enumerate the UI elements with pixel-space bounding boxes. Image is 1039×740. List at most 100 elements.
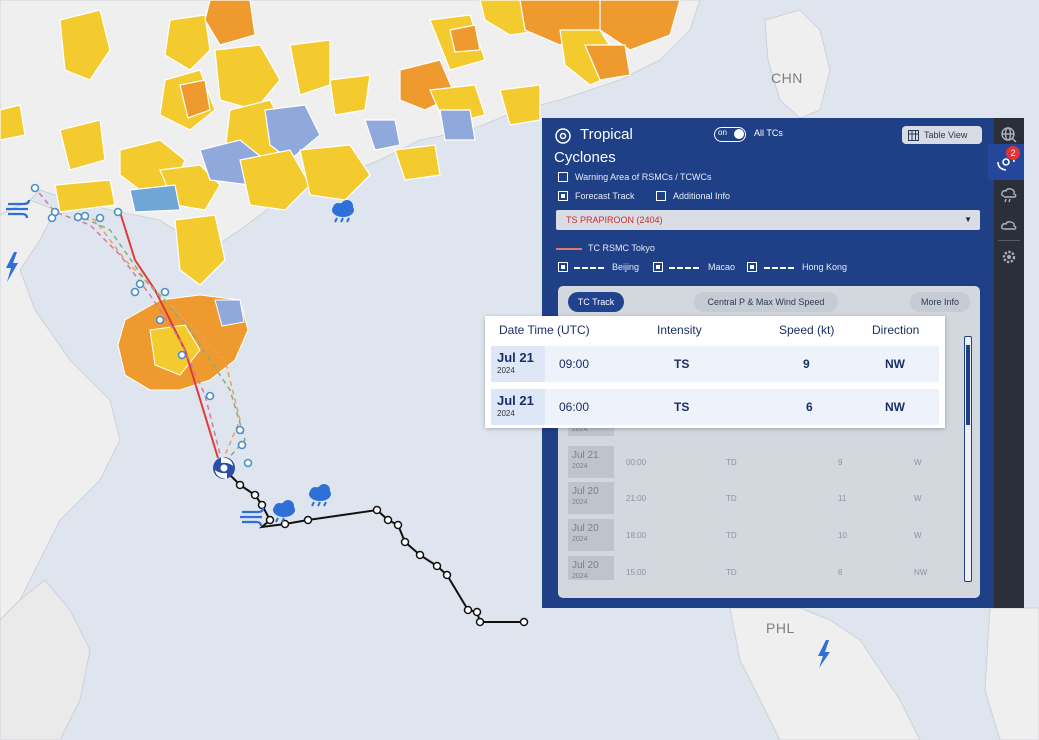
row-time: 00:00 (626, 458, 647, 467)
row-year: 2024 (572, 499, 588, 506)
all-tcs-toggle[interactable]: on (714, 127, 746, 142)
row-year: 2024 (572, 463, 588, 470)
row-date-day: Jul 20 (572, 486, 599, 497)
tab-tc-track[interactable]: TC Track (568, 292, 624, 312)
legend-tokyo: TC RSMC Tokyo (588, 243, 655, 253)
scrollbar-thumb[interactable] (966, 345, 970, 425)
row-intensity: TS (674, 357, 690, 371)
storm-select[interactable]: TS PRAPIROON (2404) ▼ (556, 210, 980, 230)
table-row[interactable]: Jul 21 2024 06:00 TS 6 NW (491, 389, 939, 425)
table-row[interactable]: Jul 21 2024 09:00 TS 9 NW (491, 346, 939, 382)
row-intensity: TD (726, 568, 737, 577)
row-date: Jul 21 2024 (491, 389, 545, 425)
map-label-phl: PHL (766, 620, 795, 636)
chevron-down-icon: ▼ (964, 215, 972, 224)
cloud-rain-icon (1001, 188, 1017, 203)
tab-more-info[interactable]: More Info (910, 292, 970, 312)
row-speed: 9 (838, 458, 843, 467)
rail-divider (998, 240, 1020, 241)
storm-select-value: TS PRAPIROON (2404) (566, 215, 663, 225)
table-row[interactable]: Jul 20 2024 21:00 TD 11 W (568, 482, 968, 514)
toggle-label: on (718, 128, 727, 137)
table-row[interactable]: Jul 20 2024 18:00 TD 10 W (568, 519, 968, 551)
hong-kong-checkbox[interactable] (747, 262, 757, 272)
header-datetime: Date Time (UTC) (499, 323, 590, 337)
row-date-day: Jul 21 (497, 350, 534, 365)
forecast-track-checkbox[interactable] (558, 191, 568, 201)
tool-rail: 2 (988, 118, 1024, 608)
row-direction: W (914, 531, 922, 540)
beijing-checkbox[interactable] (558, 262, 568, 272)
table-view-label: Table View (924, 130, 968, 140)
globe-icon (1001, 127, 1017, 143)
header-direction: Direction (872, 323, 920, 337)
row-intensity: TD (726, 494, 737, 503)
row-date: Jul 20 2024 (568, 482, 614, 514)
legend-line-tokyo (556, 248, 582, 250)
row-year: 2024 (497, 409, 515, 418)
warning-area-label: Warning Area of RSMCs / TCWCs (575, 172, 712, 182)
header-speed: Speed (kt) (779, 323, 835, 337)
row-speed: 11 (838, 494, 847, 503)
row-date: Jul 20 2024 (568, 556, 614, 580)
row-date: Jul 21 2024 (491, 346, 545, 382)
row-date-day: Jul 21 (497, 393, 534, 408)
legend-beijing: Beijing (612, 262, 640, 272)
row-time: 06:00 (559, 400, 590, 414)
legend-hong-kong: Hong Kong (802, 262, 848, 272)
row-date-day: Jul 21 (572, 450, 599, 461)
row-direction: W (914, 458, 922, 467)
table-icon (908, 129, 919, 141)
cyclone-title-icon (555, 128, 571, 144)
cyclone-symbol-icon[interactable] (213, 457, 235, 479)
additional-info-checkbox[interactable] (656, 191, 666, 201)
row-direction: W (914, 494, 922, 503)
legend-macao: Macao (708, 262, 736, 272)
row-date: Jul 20 2024 (568, 519, 614, 551)
table-row[interactable]: Jul 20 2024 15:00 TD 6 NW (568, 556, 968, 580)
table-scrollbar[interactable] (964, 336, 972, 582)
row-speed: 9 (803, 357, 810, 371)
header-intensity: Intensity (657, 323, 702, 337)
row-direction: NW (914, 568, 928, 577)
panel-title-line2: Cyclones (554, 149, 616, 166)
all-tcs-label: All TCs (754, 128, 783, 138)
row-year: 2024 (572, 573, 588, 580)
row-time: 15:00 (626, 568, 647, 577)
row-intensity: TD (726, 458, 737, 467)
row-speed: 10 (838, 531, 847, 540)
map-label-chn: CHN (771, 70, 803, 86)
warning-area-checkbox[interactable] (558, 172, 568, 182)
track-detail-popup: Date Time (UTC) Intensity Speed (kt) Dir… (485, 316, 945, 428)
row-intensity: TS (674, 400, 690, 414)
gear-icon (1002, 250, 1016, 264)
row-time: 21:00 (626, 494, 647, 503)
legend-line-macao (669, 267, 699, 269)
row-direction: NW (885, 400, 905, 414)
row-time: 09:00 (559, 357, 590, 371)
settings-button[interactable] (994, 242, 1024, 272)
table-row[interactable]: Jul 21 2024 00:00 TD 9 W (568, 446, 968, 478)
row-year: 2024 (497, 366, 515, 375)
cloud-icon (1001, 221, 1017, 230)
legend-line-beijing (574, 267, 604, 269)
legend-line-hong-kong (764, 267, 794, 269)
row-intensity: TD (726, 531, 737, 540)
macao-checkbox[interactable] (653, 262, 663, 272)
row-direction: NW (885, 357, 905, 371)
tab-central-pressure[interactable]: Central P & Max Wind Speed (694, 292, 838, 312)
row-time: 18:00 (626, 531, 647, 540)
row-date: Jul 21 2024 (568, 446, 614, 478)
row-speed: 6 (806, 400, 813, 414)
row-date-day: Jul 20 (572, 560, 599, 571)
panel-title-line1: Tropical (580, 126, 633, 143)
additional-info-label: Additional Info (673, 191, 731, 201)
weather-layer-button[interactable] (994, 180, 1024, 210)
row-speed: 6 (838, 568, 843, 577)
notification-badge: 2 (1006, 146, 1020, 160)
forecast-track-label: Forecast Track (575, 191, 635, 201)
toggle-knob (734, 129, 744, 139)
tropical-cyclone-layer-button[interactable]: 2 (988, 144, 1024, 180)
table-view-button[interactable]: Table View (902, 126, 982, 144)
cloud-layer-button[interactable] (994, 210, 1024, 240)
